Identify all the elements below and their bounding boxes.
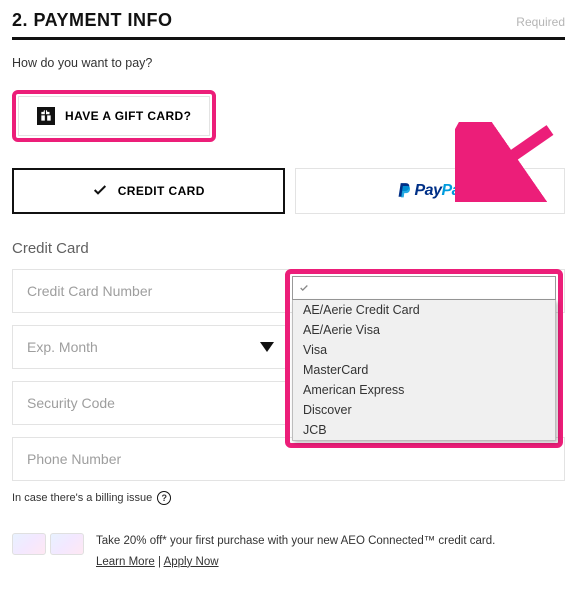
- chevron-down-icon: [260, 342, 274, 352]
- payment-prompt: How do you want to pay?: [12, 56, 565, 70]
- security-code-input[interactable]: Security Code: [12, 381, 289, 425]
- promo-card-2: [50, 533, 84, 555]
- credit-card-method-button[interactable]: CREDIT CARD: [12, 168, 285, 214]
- exp-month-select[interactable]: Exp. Month: [12, 325, 289, 369]
- phone-number-placeholder: Phone Number: [27, 451, 121, 467]
- card-type-option[interactable]: AE/Aerie Credit Card: [293, 300, 555, 320]
- card-type-option[interactable]: MasterCard: [293, 360, 555, 380]
- exp-month-placeholder: Exp. Month: [27, 339, 98, 355]
- credit-card-number-placeholder: Credit Card Number: [27, 283, 152, 299]
- section-underline: [12, 37, 565, 40]
- gift-card-button[interactable]: HAVE A GIFT CARD?: [18, 96, 210, 136]
- gift-card-label: HAVE A GIFT CARD?: [65, 109, 191, 123]
- paypal-text-pay: Pay: [415, 182, 442, 199]
- credit-card-heading: Credit Card: [12, 240, 565, 257]
- help-icon[interactable]: ?: [157, 491, 171, 505]
- card-type-option[interactable]: American Express: [293, 380, 555, 400]
- paypal-text-pal: Pal: [441, 182, 464, 199]
- paypal-logo: PayPal: [396, 181, 464, 201]
- billing-note: In case there's a billing issue: [12, 492, 152, 504]
- promo-text: Take 20% off* your first purchase with y…: [96, 533, 495, 550]
- required-label: Required: [516, 15, 565, 29]
- check-icon: [92, 182, 108, 201]
- section-title: 2. PAYMENT INFO: [12, 10, 173, 31]
- learn-more-link[interactable]: Learn More: [96, 556, 155, 568]
- card-type-select[interactable]: [292, 276, 556, 300]
- card-type-option[interactable]: Visa: [293, 340, 555, 360]
- promo-sep: |: [155, 556, 164, 568]
- promo-card-1: [12, 533, 46, 555]
- giftcard-highlight: HAVE A GIFT CARD?: [12, 90, 216, 142]
- check-small-icon: [299, 283, 309, 293]
- card-type-option[interactable]: AE/Aerie Visa: [293, 320, 555, 340]
- card-type-option-list: AE/Aerie Credit CardAE/Aerie VisaVisaMas…: [292, 300, 556, 441]
- apply-now-link[interactable]: Apply Now: [164, 556, 219, 568]
- card-type-dropdown-highlight: AE/Aerie Credit CardAE/Aerie VisaVisaMas…: [285, 269, 563, 448]
- card-type-option[interactable]: Discover: [293, 400, 555, 420]
- card-type-option[interactable]: JCB: [293, 420, 555, 440]
- credit-card-method-label: CREDIT CARD: [118, 184, 205, 198]
- promo-card-images: [12, 533, 84, 555]
- paypal-method-button[interactable]: PayPal: [295, 168, 566, 214]
- security-code-placeholder: Security Code: [27, 395, 115, 411]
- paypal-mark-icon: [396, 181, 414, 201]
- gift-icon: [37, 107, 55, 125]
